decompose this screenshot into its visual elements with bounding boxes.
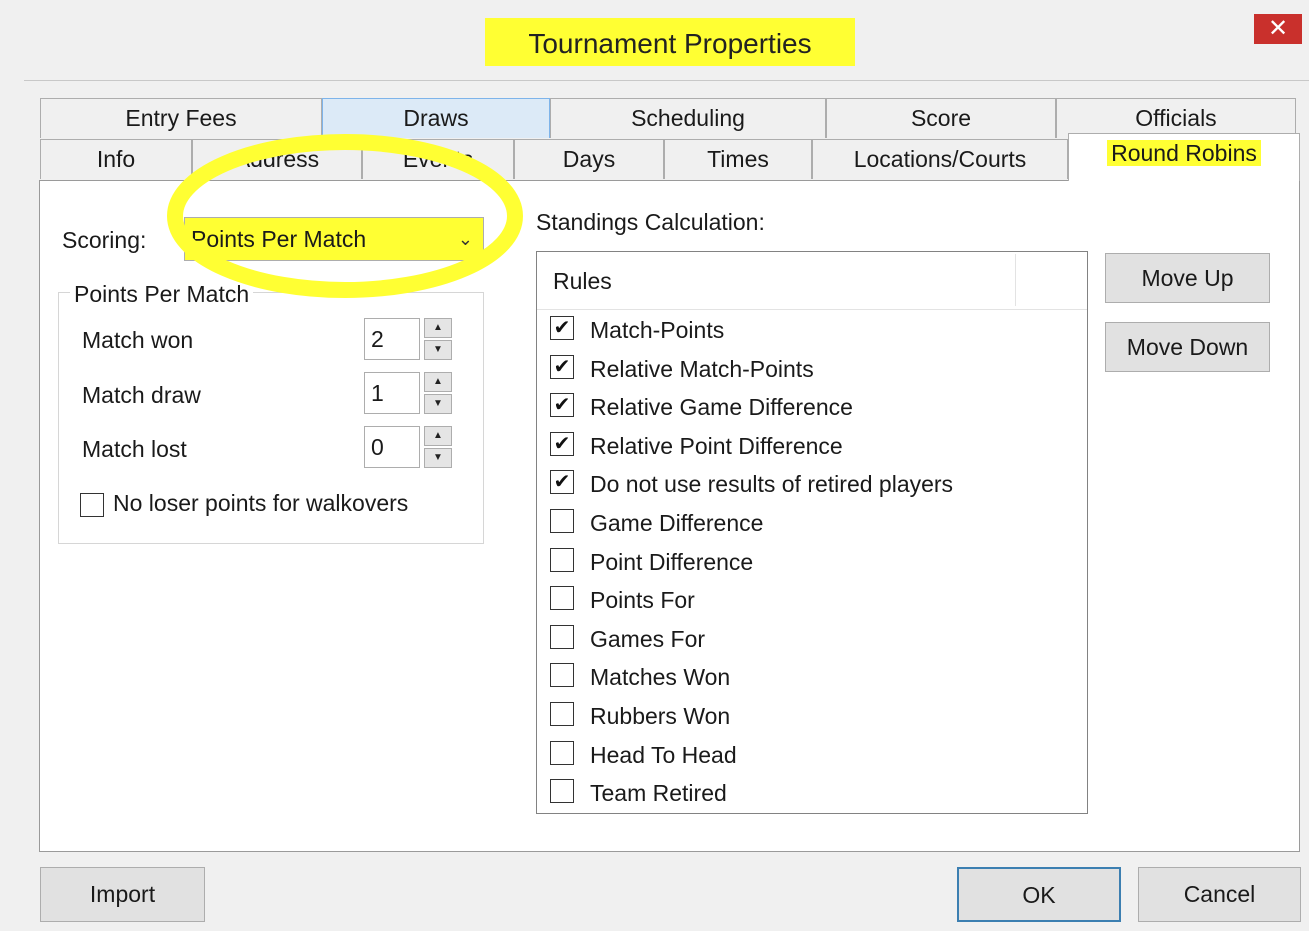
checkmark-icon: ✔ bbox=[553, 355, 571, 378]
unchecked-checkbox[interactable] bbox=[550, 624, 574, 649]
tab-times[interactable]: Times bbox=[664, 139, 812, 179]
standings-label: Standings Calculation: bbox=[536, 209, 765, 235]
tab-locations-courts[interactable]: Locations/Courts bbox=[812, 139, 1068, 179]
rule-label: Rubbers Won bbox=[590, 703, 731, 729]
unchecked-checkbox[interactable] bbox=[550, 509, 574, 533]
rule-label: Match-Points bbox=[590, 317, 725, 343]
rules-header-label: Rules bbox=[553, 268, 612, 294]
spin-down-icon[interactable]: ▼ bbox=[424, 394, 452, 414]
spin-down-icon[interactable]: ▼ bbox=[424, 448, 452, 468]
rule-label: Games For bbox=[590, 625, 706, 652]
window-title-highlight: Tournament Properties bbox=[485, 18, 855, 66]
rule-label: Team Retired bbox=[590, 780, 727, 807]
unchecked-checkbox[interactable] bbox=[550, 586, 574, 611]
window-title: Tournament Properties bbox=[528, 28, 812, 59]
scoring-label: Scoring: bbox=[62, 227, 147, 253]
rule-label: Relative Point Difference bbox=[590, 432, 843, 459]
unchecked-checkbox[interactable] bbox=[550, 740, 574, 765]
move-up-button[interactable]: Move Up bbox=[1105, 253, 1270, 303]
scoring-select[interactable]: Points Per Match ⌄ bbox=[184, 217, 484, 261]
checked-checkbox[interactable]: ✔ bbox=[550, 316, 574, 340]
match-lost-stepper: ▲ ▼ bbox=[424, 426, 452, 468]
checked-checkbox[interactable]: ✔ bbox=[550, 470, 574, 495]
checkmark-icon: ✔ bbox=[553, 317, 571, 339]
rule-label: Head To Head bbox=[590, 741, 737, 768]
spin-down-icon[interactable]: ▼ bbox=[424, 340, 452, 360]
match-draw-stepper: ▲ ▼ bbox=[424, 372, 452, 414]
title-divider bbox=[24, 80, 1309, 81]
tab-events[interactable]: Events bbox=[362, 139, 514, 179]
rule-label: Game Difference bbox=[590, 510, 764, 536]
points-per-match-legend: Points Per Match bbox=[70, 281, 254, 308]
match-won-label: Match won bbox=[82, 327, 194, 353]
match-draw-input[interactable]: 1 bbox=[364, 372, 420, 414]
checkmark-icon: ✔ bbox=[553, 432, 571, 455]
scoring-select-value: Points Per Match bbox=[191, 226, 367, 252]
move-down-button[interactable]: Move Down bbox=[1105, 322, 1270, 372]
tab-round-robins[interactable]: Round Robins bbox=[1068, 133, 1300, 181]
unchecked-checkbox[interactable] bbox=[550, 779, 574, 804]
unchecked-checkbox[interactable] bbox=[550, 663, 574, 688]
spin-up-icon[interactable]: ▲ bbox=[424, 426, 452, 446]
tab-address[interactable]: Address bbox=[192, 139, 362, 179]
rules-header-divider bbox=[1015, 254, 1016, 306]
ok-button[interactable]: OK bbox=[957, 867, 1121, 922]
tab-draws[interactable]: Draws bbox=[322, 98, 550, 138]
rule-label: Matches Won bbox=[590, 664, 731, 691]
rule-label: Point Difference bbox=[590, 548, 754, 575]
checkmark-icon: ✔ bbox=[553, 394, 571, 417]
match-won-stepper: ▲ ▼ bbox=[424, 318, 452, 360]
rule-label: Points For bbox=[590, 587, 695, 614]
checkmark-icon: ✔ bbox=[553, 471, 571, 494]
close-button[interactable]: ✕ bbox=[1254, 14, 1302, 44]
match-draw-label: Match draw bbox=[82, 382, 201, 408]
close-icon: ✕ bbox=[1267, 15, 1289, 42]
tab-scheduling[interactable]: Scheduling bbox=[550, 98, 826, 138]
match-lost-label: Match lost bbox=[82, 436, 187, 462]
no-loser-points-checkbox[interactable] bbox=[80, 493, 104, 517]
tab-days[interactable]: Days bbox=[514, 139, 664, 179]
rule-label: Relative Match-Points bbox=[590, 355, 814, 382]
tab-officials[interactable]: Officials bbox=[1056, 98, 1296, 138]
match-lost-input[interactable]: 0 bbox=[364, 426, 420, 468]
spin-up-icon[interactable]: ▲ bbox=[424, 318, 452, 338]
rule-label: Do not use results of retired players bbox=[590, 471, 954, 498]
cancel-button[interactable]: Cancel bbox=[1138, 867, 1301, 922]
rule-label: Relative Game Difference bbox=[590, 394, 853, 421]
import-button[interactable]: Import bbox=[40, 867, 205, 922]
chevron-down-icon: ⌄ bbox=[457, 229, 473, 249]
unchecked-checkbox[interactable] bbox=[550, 702, 574, 726]
checked-checkbox[interactable]: ✔ bbox=[550, 354, 574, 379]
checked-checkbox[interactable]: ✔ bbox=[550, 431, 574, 456]
tab-score[interactable]: Score bbox=[826, 98, 1056, 138]
unchecked-checkbox[interactable] bbox=[550, 547, 574, 572]
match-won-input[interactable]: 2 bbox=[364, 318, 420, 360]
tab-info[interactable]: Info bbox=[40, 139, 192, 179]
tab-round-robins-label: Round Robins bbox=[1107, 140, 1261, 166]
no-loser-points-label: No loser points for walkovers bbox=[113, 490, 409, 516]
rules-header bbox=[537, 252, 1087, 310]
checked-checkbox[interactable]: ✔ bbox=[550, 393, 574, 418]
tab-entry-fees[interactable]: Entry Fees bbox=[40, 98, 322, 138]
spin-up-icon[interactable]: ▲ bbox=[424, 372, 452, 392]
